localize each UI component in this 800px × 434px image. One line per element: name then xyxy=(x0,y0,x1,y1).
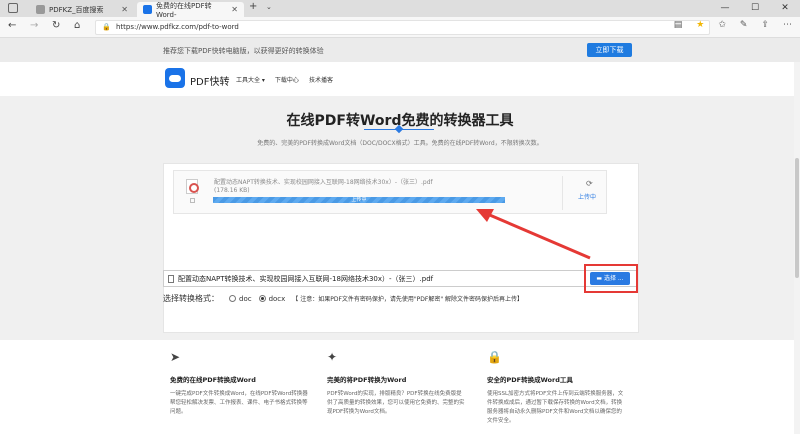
more-menu-icon[interactable]: ⋯ xyxy=(783,20,792,30)
lock-icon: 🔒 xyxy=(487,350,502,364)
menu-item-download[interactable]: 下载中心 xyxy=(275,75,299,84)
feature-secure: 🔒 安全的PDF转换成Word工具 使用SSL加密方式将PDF文件上传到云端转换… xyxy=(487,350,627,426)
main-menu: 工具大全 ▾ 下载中心 技术播客 xyxy=(236,75,333,84)
feature-title: 安全的PDF转换成Word工具 xyxy=(487,376,573,384)
maximize-icon[interactable]: ☐ xyxy=(740,0,770,17)
features-section: ➤ 免费的在线PDF转换成Word 一键完成PDF文件转换成Word，在线PDF… xyxy=(0,340,800,434)
format-selector: 选择转换格式： doc docx 【 注意：如果PDF文件有密码保护，请先使用"… xyxy=(163,293,523,304)
tab-close-icon[interactable]: ✕ xyxy=(121,5,128,14)
tab-close-icon[interactable]: ✕ xyxy=(231,5,238,14)
minimize-icon[interactable]: — xyxy=(710,0,740,17)
pdfkz-favicon-icon xyxy=(143,5,152,14)
format-label: 选择转换格式： xyxy=(163,294,219,303)
favorites-list-icon[interactable]: ✩ xyxy=(718,20,726,30)
toolbar-icons: ▤ ★ ✩ ✎ ⇪ ⋯ xyxy=(674,20,792,30)
format-option-docx[interactable]: docx xyxy=(258,294,286,303)
upload-panel[interactable]: 配置动态NAPT转换技术、实现校园网接入互联网-18网络技术30x）-（张三）.… xyxy=(163,163,639,333)
download-now-button[interactable]: 立即下载 xyxy=(587,43,632,57)
forward-icon[interactable]: → xyxy=(30,20,38,31)
password-note: 【 注意：如果PDF文件有密码保护，请先使用"PDF解密" 解除文件密码保护后再… xyxy=(292,296,524,303)
feature-desc: 一键完成PDF文件转换成Word，在线PDF转Word转换器帮您轻松解决发票、工… xyxy=(170,391,308,415)
feature-free: ➤ 免费的在线PDF转换成Word 一键完成PDF文件转换成Word，在线PDF… xyxy=(170,350,310,417)
tab-bar: PDFKZ_百度搜索 ✕ 免费的在线PDF转Word- ✕ + ⌄ — ☐ ✕ xyxy=(0,0,800,19)
file-icon xyxy=(168,275,174,283)
page-subtitle: 免费的、完美的PDF转换成Word文档（DOC/DOCX格式）工具。免费的在线P… xyxy=(257,140,543,147)
card-divider xyxy=(562,176,563,210)
reading-view-icon[interactable]: ▤ xyxy=(674,20,683,30)
promo-bar: 推荐您下载PDF快转电脑版，以获得更好的转换体验 立即下载 xyxy=(0,38,800,62)
favorite-star-icon[interactable]: ★ xyxy=(696,20,704,30)
radio-docx[interactable] xyxy=(258,295,266,302)
lock-icon: 🔒 xyxy=(102,23,111,31)
pdf-file-icon xyxy=(186,179,199,194)
pdf-document-icon: ✦ xyxy=(327,350,338,364)
format-option-label: doc xyxy=(239,294,252,303)
upload-status: 上传中 xyxy=(578,194,597,201)
file-input-text: 配置动态NAPT转换技术、实现校园网接入互联网-18网络技术30x）-（张三）.… xyxy=(178,275,434,283)
url-text: https://www.pdfkz.com/pdf-to-word xyxy=(116,23,239,31)
refresh-icon[interactable]: ↻ xyxy=(52,20,60,31)
feature-title: 免费的在线PDF转换成Word xyxy=(170,376,256,384)
tab-pdf-to-word[interactable]: 免费的在线PDF转Word- ✕ xyxy=(137,1,244,19)
menu-item-tools[interactable]: 工具大全 ▾ xyxy=(236,75,265,84)
file-checkbox-icon[interactable] xyxy=(190,198,195,203)
share-icon[interactable]: ⇪ xyxy=(761,20,769,30)
file-size: (178.16 KB) xyxy=(214,187,250,194)
upload-progress-bar: 上传中 xyxy=(213,197,505,203)
baidu-favicon-icon xyxy=(36,5,45,14)
paper-plane-icon: ➤ xyxy=(170,350,181,364)
feature-title: 完美的将PDF转换为Word xyxy=(327,376,407,384)
new-tab-icon[interactable]: + xyxy=(249,1,257,12)
tab-dropdown-icon[interactable]: ⌄ xyxy=(266,3,272,11)
format-option-doc[interactable]: doc xyxy=(229,295,252,303)
url-input[interactable]: 🔒 https://www.pdfkz.com/pdf-to-word xyxy=(95,20,710,35)
site-header: PDF快转 工具大全 ▾ 下载中心 技术播客 xyxy=(0,62,800,96)
tab-label: PDFKZ_百度搜索 xyxy=(49,5,104,14)
page-scrollbar[interactable] xyxy=(794,62,800,434)
radio-doc[interactable] xyxy=(229,295,236,302)
format-option-label: docx xyxy=(268,294,286,303)
menu-item-blog[interactable]: 技术播客 xyxy=(309,75,333,84)
refresh-upload-icon[interactable]: ⟳ xyxy=(586,179,593,188)
cloud-logo-icon[interactable] xyxy=(165,68,185,88)
home-icon[interactable]: ⌂ xyxy=(74,20,80,31)
back-icon[interactable]: ← xyxy=(8,20,16,31)
promo-text: 推荐您下载PDF快转电脑版，以获得更好的转换体验 xyxy=(163,47,324,55)
progress-label: 上传中 xyxy=(351,197,367,203)
file-card: 配置动态NAPT转换技术、实现校园网接入互联网-18网络技术30x）-（张三）.… xyxy=(173,170,607,214)
file-name: 配置动态NAPT转换技术、实现校园网接入互联网-18网络技术30x）-（张三）.… xyxy=(214,179,433,186)
scrollbar-thumb[interactable] xyxy=(795,158,799,278)
feature-desc: 使用SSL加密方式将PDF文件上传到云端转换服务器，文件转换成成后，通过暂下载保… xyxy=(487,391,624,424)
address-bar: ← → ↻ ⌂ 🔒 https://www.pdfkz.com/pdf-to-w… xyxy=(0,17,800,38)
window-close-icon[interactable]: ✕ xyxy=(770,0,800,17)
file-input[interactable]: 配置动态NAPT转换技术、实现校园网接入互联网-18网络技术30x）-（张三）.… xyxy=(163,270,637,287)
feature-perfect: ✦ 完美的将PDF转换为Word PDF转Word的实现，排版精良？PDF转换在… xyxy=(327,350,467,417)
window-controls: — ☐ ✕ xyxy=(710,0,800,17)
tab-baidu-search[interactable]: PDFKZ_百度搜索 ✕ xyxy=(30,2,134,17)
annotation-highlight-box xyxy=(584,264,638,293)
pen-icon[interactable]: ✎ xyxy=(740,20,748,30)
feature-desc: PDF转Word的实现，排版精良？PDF转换在线免费版提供了高质量的转换效果，您… xyxy=(327,391,465,415)
site-logo-text[interactable]: PDF快转 xyxy=(190,73,229,88)
tab-actions-icon[interactable] xyxy=(8,3,18,13)
tab-label: 免费的在线PDF转Word- xyxy=(156,1,212,19)
